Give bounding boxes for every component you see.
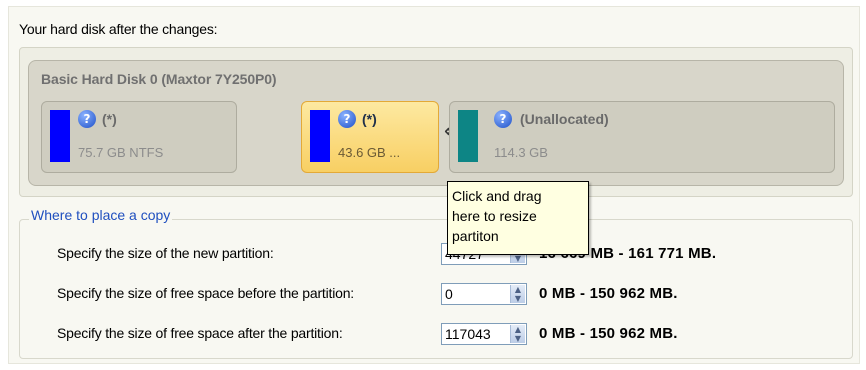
help-icon[interactable]: ? [494, 110, 512, 128]
help-icon[interactable]: ? [338, 110, 356, 128]
spin-arrows-icon[interactable]: ▲▼ [510, 325, 525, 343]
partition-unallocated[interactable]: ? (Unallocated) 114.3 GB [449, 101, 835, 173]
tooltip-line-3: partiton [452, 228, 499, 244]
free-space-after-range: 0 MB - 150 962 MB. [539, 325, 678, 342]
wizard-page: Your hard disk after the changes: Basic … [8, 6, 860, 364]
unallocated-size: 114.3 GB [494, 145, 548, 160]
free-space-after-value[interactable]: 117043 [445, 326, 491, 342]
partition-2-selected[interactable]: ? (*) 43.6 GB ... [301, 101, 439, 173]
unallocated-name: (Unallocated) [520, 111, 609, 127]
free-space-before-range: 0 MB - 150 962 MB. [539, 285, 678, 302]
free-space-before-value[interactable]: 0 [445, 286, 453, 302]
copy-placement-title: Where to place a copy [29, 207, 173, 223]
hard-disk-box: Basic Hard Disk 0 (Maxtor 7Y250P0) ? (*)… [28, 60, 844, 186]
tooltip-line-2: here to resize [452, 208, 537, 224]
partition-2-name: (*) [362, 111, 377, 127]
spin-arrows-icon[interactable]: ▲▼ [510, 285, 525, 303]
unallocated-color-bar [458, 110, 478, 162]
partition-2-color-bar [310, 110, 330, 162]
tooltip-line-1: Click and drag [452, 188, 542, 204]
partition-2-size: 43.6 GB ... [338, 145, 401, 160]
partition-1[interactable]: ? (*) 75.7 GB NTFS [41, 101, 237, 173]
disk-title: Basic Hard Disk 0 (Maxtor 7Y250P0) [41, 71, 277, 87]
free-space-before-label: Specify the size of free space before th… [57, 285, 354, 301]
disk-after-changes-label: Your hard disk after the changes: [19, 21, 218, 37]
disk-map-panel: Basic Hard Disk 0 (Maxtor 7Y250P0) ? (*)… [19, 47, 853, 197]
help-icon[interactable]: ? [78, 110, 96, 128]
resize-tooltip: Click and drag here to resize partiton [447, 181, 589, 255]
partition-1-name: (*) [102, 111, 117, 127]
free-space-after-label: Specify the size of free space after the… [57, 325, 343, 341]
partition-1-color-bar [50, 110, 70, 162]
free-space-before-spinner[interactable]: 0 ▲ ▼ [441, 283, 527, 305]
partition-1-size: 75.7 GB NTFS [78, 145, 164, 160]
free-space-after-spinner[interactable]: 117043 ▲ ▼ [441, 323, 527, 345]
new-partition-size-label: Specify the size of the new partition: [57, 245, 274, 261]
